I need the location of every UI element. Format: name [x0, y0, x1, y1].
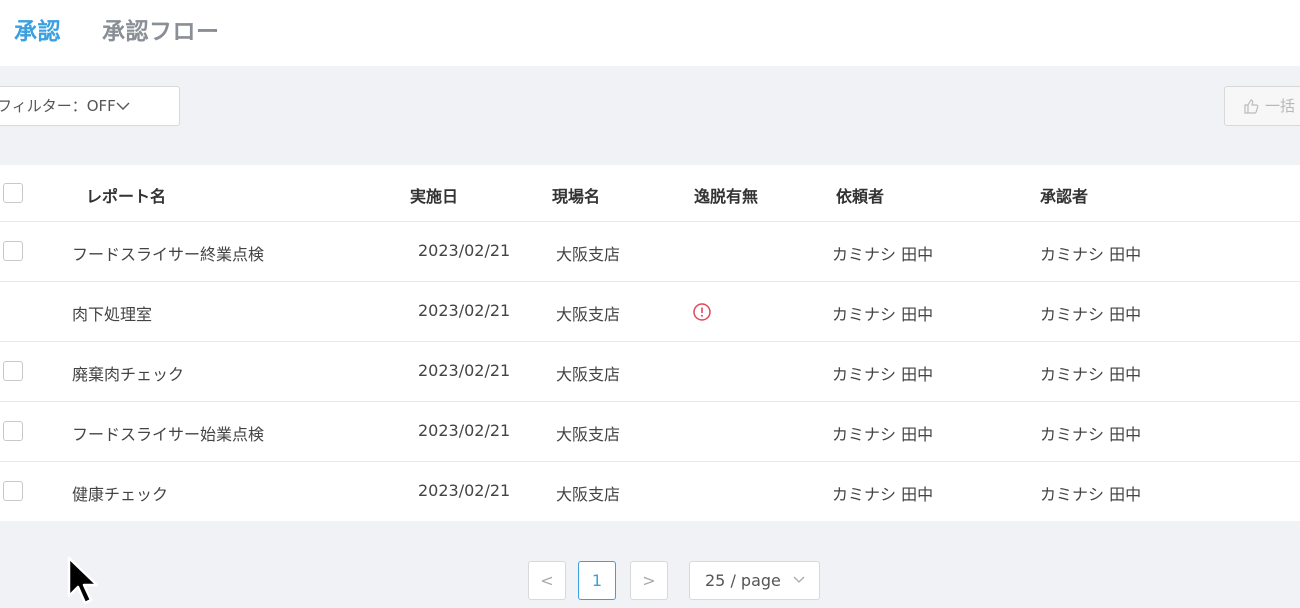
- tab-approval-flow[interactable]: 承認フロー: [102, 12, 220, 46]
- mouse-cursor-icon: [67, 556, 99, 605]
- column-header-deviation[interactable]: 逸脱有無: [694, 183, 758, 207]
- approver-cell: カミナシ 田中: [1040, 425, 1142, 444]
- requester-cell: カミナシ 田中: [832, 425, 934, 444]
- table-header: レポート名 実施日 現場名 逸脱有無 依頼者 承認者: [0, 165, 1300, 222]
- approver-cell: カミナシ 田中: [1040, 305, 1142, 324]
- table-row[interactable]: 廃棄肉チェック 2023/02/21 大阪支店 カミナシ 田中 カミナシ 田中: [0, 342, 1300, 402]
- page-size-value: 25 / page: [705, 571, 781, 590]
- date-cell: 2023/02/21: [418, 421, 511, 440]
- approver-cell: カミナシ 田中: [1040, 245, 1142, 264]
- requester-cell: カミナシ 田中: [832, 485, 934, 504]
- column-header-site[interactable]: 現場名: [552, 183, 600, 207]
- row-checkbox[interactable]: [3, 421, 23, 441]
- next-page-button[interactable]: >: [630, 561, 668, 600]
- deviation-alert-icon: [693, 303, 711, 321]
- report-name-cell[interactable]: フードスライサー終業点検: [72, 241, 264, 265]
- site-cell: 大阪支店: [556, 305, 621, 324]
- column-header-requester[interactable]: 依頼者: [836, 183, 884, 207]
- select-all-checkbox[interactable]: [3, 183, 23, 203]
- column-header-report-name[interactable]: レポート名: [86, 183, 166, 207]
- chevron-down-icon: [793, 576, 805, 583]
- site-cell: 大阪支店: [556, 485, 621, 504]
- date-cell: 2023/02/21: [418, 481, 511, 500]
- bulk-approve-label: 一括: [1265, 97, 1296, 115]
- page-1-button[interactable]: 1: [578, 561, 616, 600]
- top-bar: 承認 承認フロー: [0, 0, 1300, 66]
- column-header-date[interactable]: 実施日: [410, 183, 458, 207]
- date-cell: 2023/02/21: [418, 301, 511, 320]
- row-checkbox[interactable]: [3, 361, 23, 381]
- approver-cell: カミナシ 田中: [1040, 365, 1142, 384]
- filter-label: フィルター：OFF: [0, 97, 116, 115]
- row-checkbox[interactable]: [3, 241, 23, 261]
- tab-approval[interactable]: 承認: [14, 12, 61, 46]
- site-cell: 大阪支店: [556, 365, 621, 384]
- site-cell: 大阪支店: [556, 425, 621, 444]
- prev-page-button[interactable]: <: [528, 561, 566, 600]
- chevron-down-icon: [116, 87, 130, 110]
- requester-cell: カミナシ 田中: [832, 245, 934, 264]
- table-row[interactable]: フードスライサー始業点検 2023/02/21 大阪支店 カミナシ 田中 カミナ…: [0, 402, 1300, 462]
- bulk-approve-button[interactable]: 一括: [1224, 86, 1300, 126]
- date-cell: 2023/02/21: [418, 241, 511, 260]
- report-name-cell[interactable]: 肉下処理室: [72, 301, 152, 325]
- date-cell: 2023/02/21: [418, 361, 511, 380]
- requester-cell: カミナシ 田中: [832, 305, 934, 324]
- table-row[interactable]: 肉下処理室 2023/02/21 大阪支店 カミナシ 田中 カミナシ 田中: [0, 282, 1300, 342]
- requester-cell: カミナシ 田中: [832, 365, 934, 384]
- table-row[interactable]: 健康チェック 2023/02/21 大阪支店 カミナシ 田中 カミナシ 田中: [0, 462, 1300, 522]
- table-row[interactable]: フードスライサー終業点検 2023/02/21 大阪支店 カミナシ 田中 カミナ…: [0, 222, 1300, 282]
- report-name-cell[interactable]: 健康チェック: [72, 481, 168, 505]
- approval-table: レポート名 実施日 現場名 逸脱有無 依頼者 承認者 フードスライサー終業点検 …: [0, 165, 1300, 521]
- filter-button[interactable]: フィルター：OFF: [0, 86, 180, 126]
- column-header-approver[interactable]: 承認者: [1040, 183, 1088, 207]
- row-checkbox[interactable]: [3, 481, 23, 501]
- report-name-cell[interactable]: フードスライサー始業点検: [72, 421, 264, 445]
- page-size-select[interactable]: 25 / page: [689, 561, 820, 600]
- approver-cell: カミナシ 田中: [1040, 485, 1142, 504]
- site-cell: 大阪支店: [556, 245, 621, 264]
- report-name-cell[interactable]: 廃棄肉チェック: [72, 361, 184, 385]
- thumbs-up-icon: [1244, 99, 1259, 114]
